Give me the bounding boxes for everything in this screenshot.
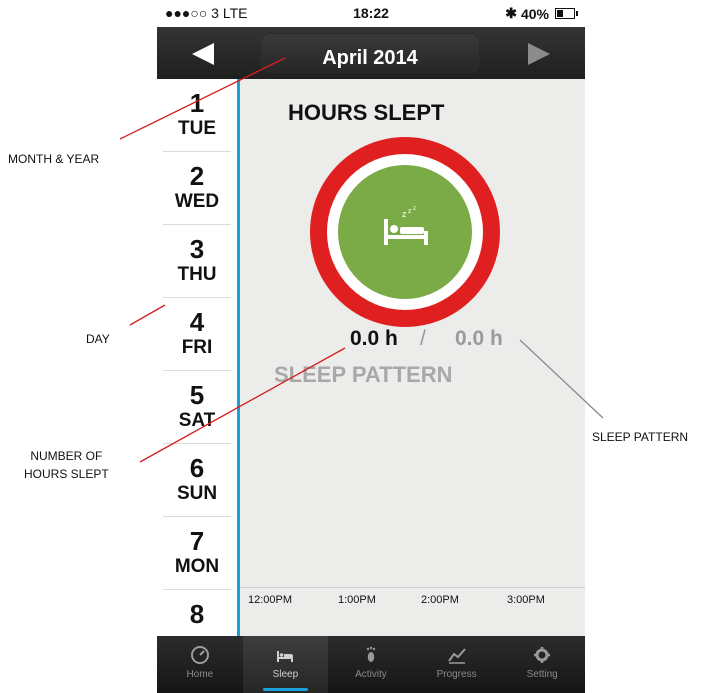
callout-hours-slept: NUMBER OF HOURS SLEPT (24, 447, 109, 483)
day-weekday: SUN (176, 483, 218, 504)
tab-label: Sleep (272, 669, 299, 680)
tab-setting[interactable]: Setting (499, 636, 585, 693)
day-item[interactable]: 7 MON (163, 517, 231, 590)
month-title-pill: April 2014 (260, 33, 480, 73)
day-list[interactable]: 1 TUE 2 WED 3 THU 4 FRI 5 SAT 6 SUN 7 MON 8 (157, 79, 240, 636)
day-weekday: FRI (181, 337, 213, 358)
day-item[interactable]: 3 THU (163, 225, 231, 298)
day-weekday: SAT (178, 410, 216, 431)
sleep-pattern-value: 0.0 h (455, 327, 503, 350)
tab-label: Home (186, 669, 214, 680)
month-year-title: April 2014 (322, 47, 418, 69)
timeline-tick: 2:00PM (421, 594, 459, 606)
sleep-ring-center: z z z (338, 165, 472, 299)
day-item[interactable]: 6 SUN (163, 444, 231, 517)
tab-sleep[interactable]: Sleep (242, 636, 329, 693)
day-number: 1 (189, 88, 205, 118)
line-chart-icon (447, 648, 466, 664)
tab-label: Setting (526, 669, 558, 680)
day-weekday: THU (177, 264, 217, 285)
footprint-icon (366, 646, 376, 662)
sleep-content: HOURS SLEPT z z z 0.0 h / 0.0 h SLEEP PA… (240, 79, 585, 636)
callout-sleep-pattern: SLEEP PATTERN (592, 430, 689, 444)
triangle-left-icon[interactable] (192, 43, 214, 65)
triangle-right-icon[interactable] (528, 43, 550, 65)
day-number: 5 (189, 380, 205, 410)
callout-day: DAY (86, 332, 110, 346)
svg-text:z: z (402, 209, 407, 219)
tab-bar: Home Sleep Activity Progress Setting (157, 636, 585, 693)
battery-percent: 40% (520, 5, 549, 22)
day-number: 6 (189, 453, 205, 483)
callout-hours-line2: HOURS SLEPT (24, 467, 109, 481)
tab-label: Progress (436, 669, 477, 680)
day-weekday: TUE (178, 118, 216, 139)
tab-label: Activity (355, 669, 387, 680)
day-number: 3 (189, 234, 205, 264)
sleep-pattern-title: SLEEP PATTERN (274, 362, 453, 387)
status-bar: ●●●○○ 3 LTE 18:22 ✱ 40% (157, 0, 585, 27)
svg-text:z: z (408, 208, 412, 215)
status-time: 18:22 (353, 5, 389, 21)
bluetooth-icon: ✱ (505, 5, 517, 21)
phone-screen: ●●●○○ 3 LTE 18:22 ✱ 40% April 2014 1 TUE 2… (157, 0, 585, 693)
hours-separator: / (420, 327, 426, 350)
gauge-icon (190, 646, 209, 664)
sleep-ring: z z z (310, 137, 500, 327)
month-navbar: April 2014 (157, 27, 585, 79)
bed-icon (277, 651, 294, 662)
day-item[interactable]: 8 (163, 590, 231, 636)
status-right: ✱ 40% (505, 5, 578, 22)
day-item[interactable]: 4 FRI (163, 298, 231, 371)
day-number: 2 (189, 161, 205, 191)
timeline-tick: 12:00PM (248, 594, 293, 606)
day-number: 7 (189, 526, 205, 556)
gear-icon (534, 647, 551, 663)
bed-icon: z z z (384, 206, 428, 245)
tab-activity[interactable]: Activity (328, 636, 414, 693)
callout-hours-line1: NUMBER OF (30, 449, 103, 463)
svg-text:z: z (413, 206, 416, 212)
timeline-tick: 3:00PM (507, 594, 545, 606)
hours-slept-value: 0.0 h (350, 327, 398, 350)
tab-progress[interactable]: Progress (414, 636, 500, 693)
day-weekday: WED (174, 191, 220, 212)
day-number: 4 (189, 307, 205, 337)
day-item[interactable]: 1 TUE (163, 79, 231, 152)
day-item[interactable]: 5 SAT (163, 371, 231, 444)
day-number: 8 (189, 599, 205, 629)
day-item[interactable]: 2 WED (163, 152, 231, 225)
day-weekday: MON (174, 556, 220, 577)
callout-month-year: MONTH & YEAR (8, 152, 100, 166)
battery-icon (555, 8, 578, 19)
carrier-signal: ●●●○○ 3 LTE (165, 5, 248, 21)
timeline-tick: 1:00PM (338, 594, 376, 606)
hours-slept-title: HOURS SLEPT (288, 100, 445, 125)
tab-home[interactable]: Home (157, 636, 243, 693)
timeline-axis (240, 587, 585, 588)
